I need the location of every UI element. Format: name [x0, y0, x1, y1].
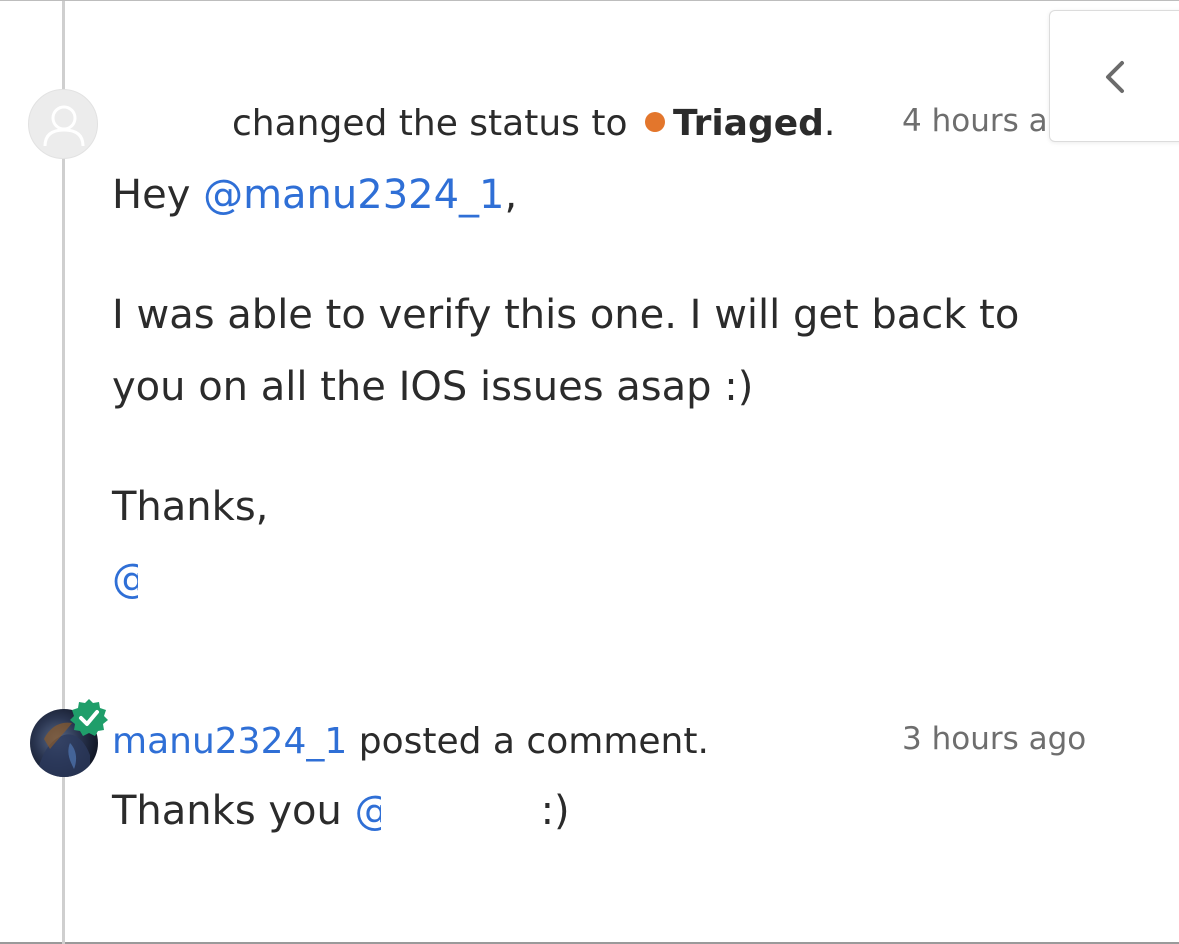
signature-line: @	[112, 543, 288, 615]
comment-paragraph-line: I was able to verify this one. I will ge…	[112, 292, 1020, 338]
status-timestamp: 4 hours a	[902, 103, 1048, 139]
default-avatar[interactable]	[28, 89, 98, 159]
collapse-panel-button[interactable]	[1049, 10, 1179, 142]
verified-badge-icon	[70, 699, 108, 736]
status-name: Triaged	[672, 103, 824, 144]
comment-paragraph-line: you on all the IOS issues asap :)	[112, 364, 754, 410]
greeting-prefix: Hey	[112, 172, 204, 218]
reply-action-text: posted a comment.	[347, 721, 709, 762]
chevron-left-icon	[1106, 61, 1124, 93]
activity-timeline: changed the status to Triaged. 4 hours a…	[0, 0, 1179, 944]
reply-body: Thanks you @:)	[112, 775, 570, 847]
comment-greeting: Hey @manu2324_1,	[112, 159, 517, 231]
reply-timestamp: 3 hours ago	[902, 721, 1087, 757]
reply-suffix: :)	[540, 788, 570, 834]
redacted-region	[380, 787, 541, 847]
reply-username-link[interactable]: manu2324_1	[112, 721, 347, 762]
status-action-text: changed the status to	[232, 103, 628, 144]
status-dot-icon	[644, 112, 665, 132]
signature-mention-link[interactable]: @	[112, 543, 138, 615]
redacted-region	[138, 555, 288, 615]
comment-signoff: Thanks,	[112, 484, 269, 530]
reply-prefix: Thanks you	[112, 788, 355, 834]
reply-event: manu2324_1 posted a comment.	[112, 717, 709, 767]
status-period: .	[823, 103, 836, 144]
mention-link[interactable]: @manu2324_1	[203, 172, 504, 218]
status-change-event: changed the status to Triaged.	[232, 99, 835, 149]
reply-mention-link[interactable]: @	[355, 775, 381, 847]
greeting-suffix: ,	[504, 172, 518, 218]
person-icon	[43, 105, 85, 147]
